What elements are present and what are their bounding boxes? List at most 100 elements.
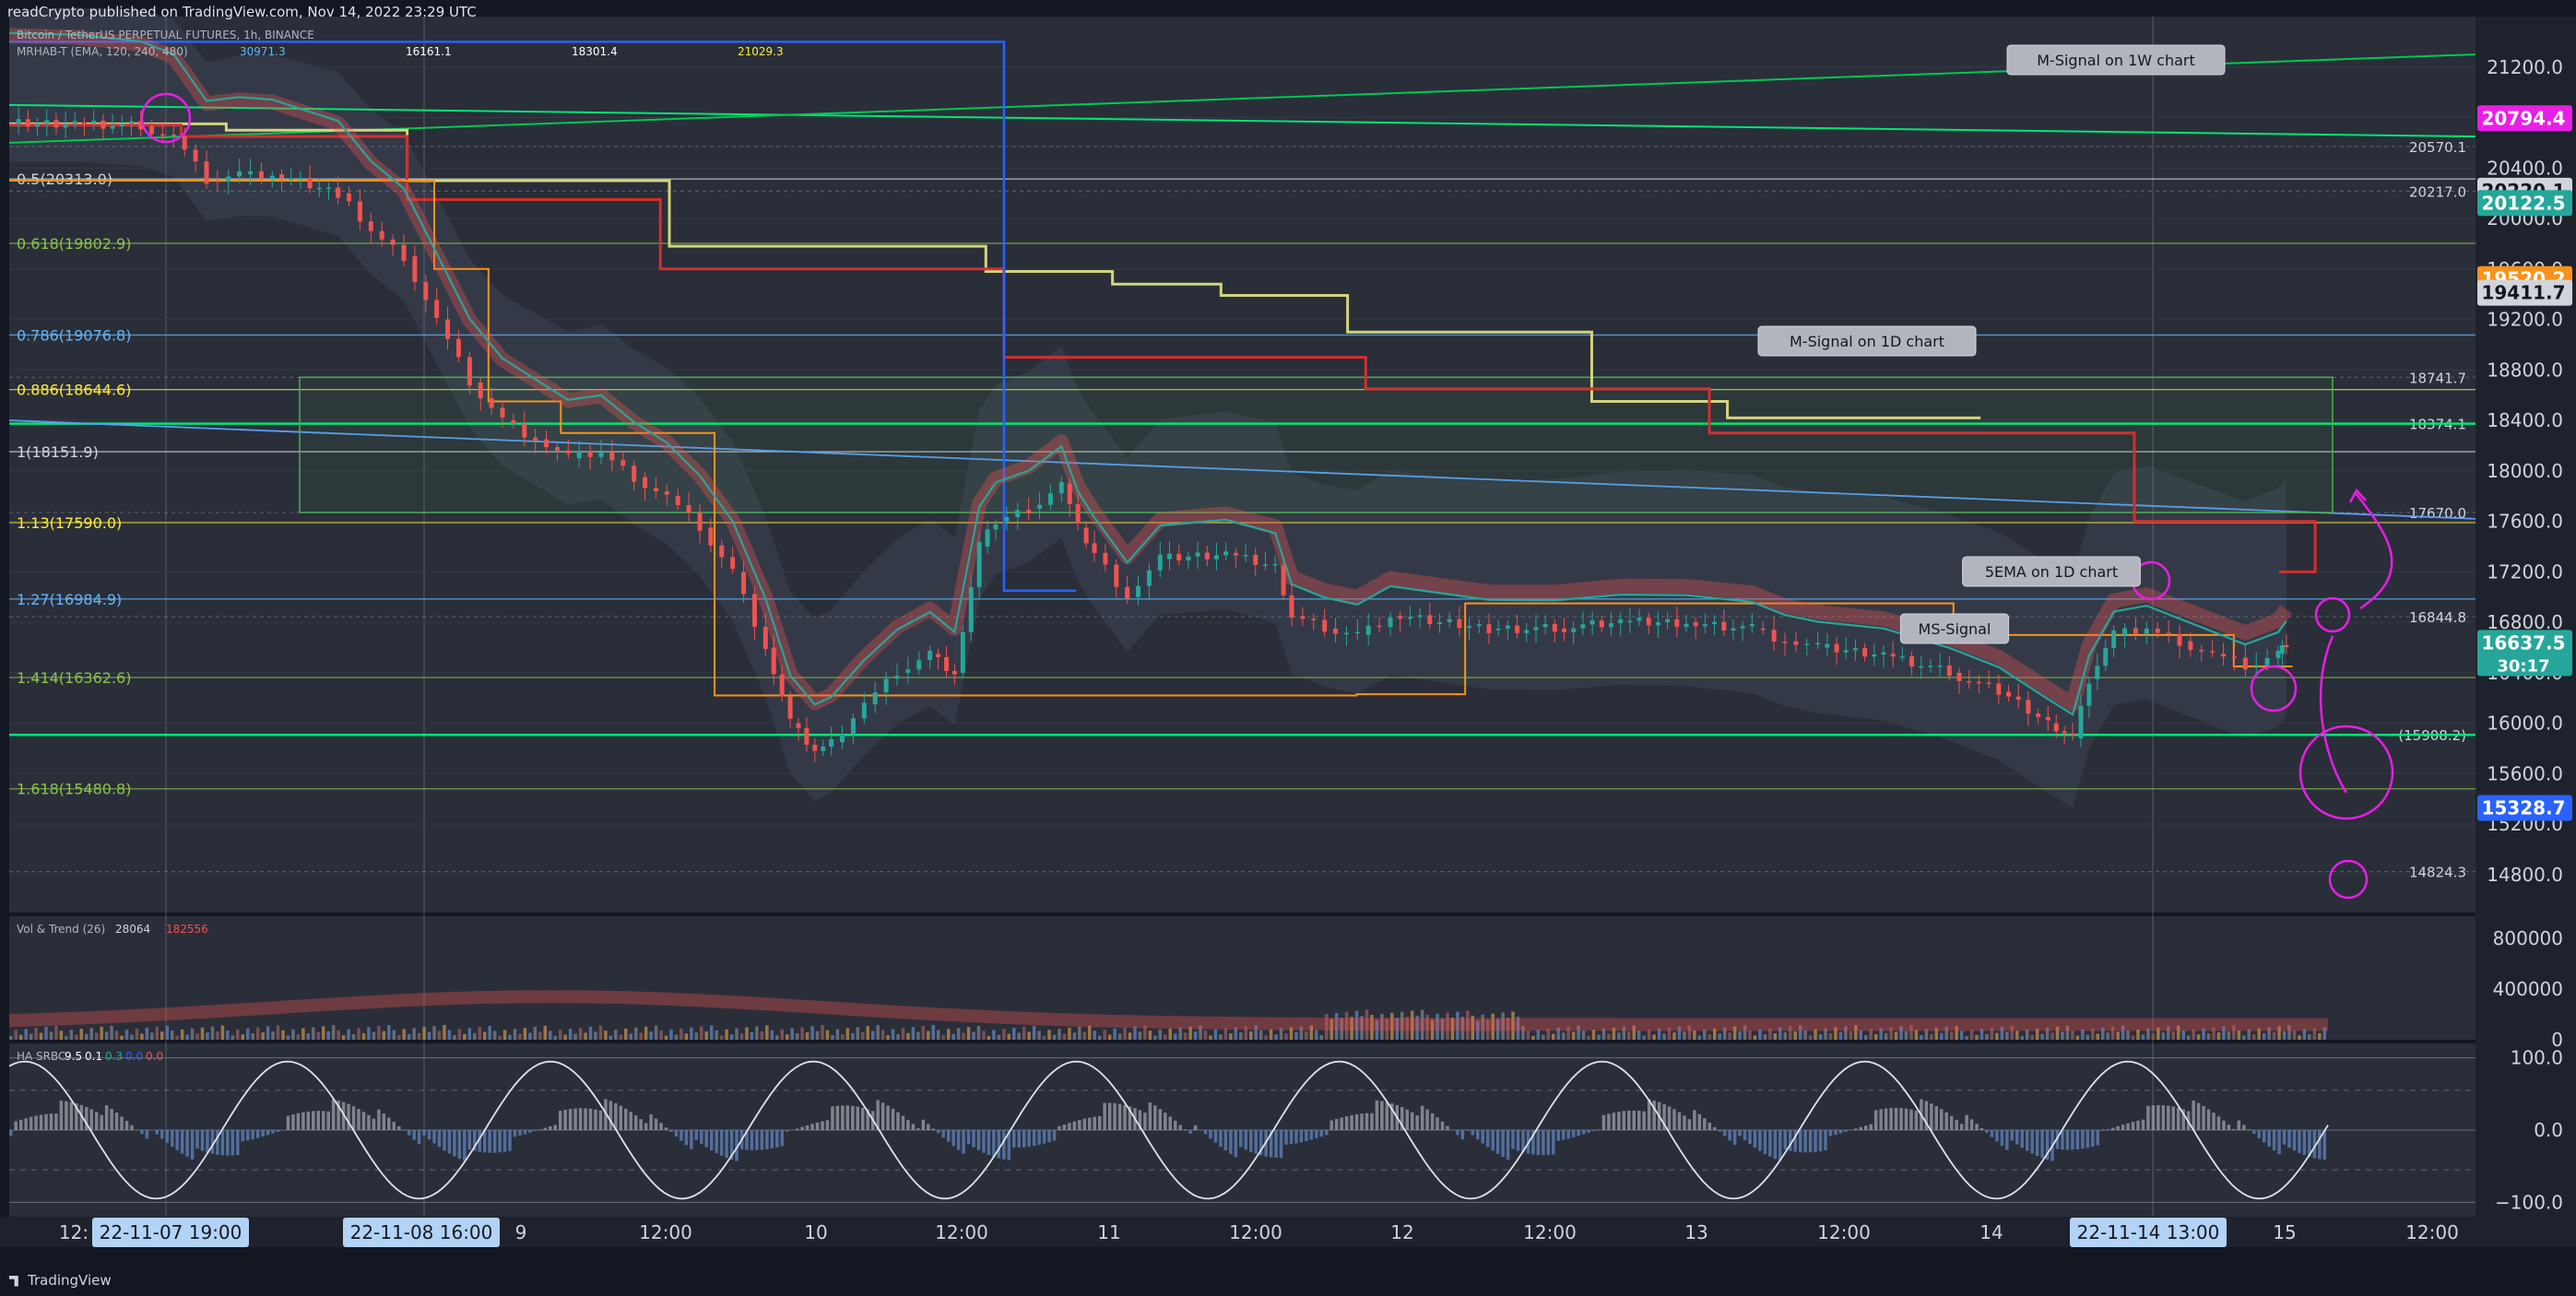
candle-body bbox=[1843, 650, 1849, 653]
osc-histogram-bar bbox=[1587, 1130, 1590, 1133]
volume-bar bbox=[1753, 1035, 1757, 1040]
volume-bar bbox=[407, 1033, 411, 1040]
volume-bar bbox=[1002, 1029, 1006, 1040]
osc-histogram-bar bbox=[1718, 1130, 1721, 1132]
volume-bar bbox=[1164, 1034, 1167, 1040]
osc-histogram-bar bbox=[704, 1130, 708, 1148]
candle-body bbox=[609, 452, 615, 461]
osc-histogram-bar bbox=[2121, 1125, 2125, 1130]
price-badge-label: 19411.7 bbox=[2481, 282, 2565, 304]
osc-histogram-bar bbox=[291, 1114, 295, 1130]
volume-bar bbox=[614, 1030, 618, 1040]
osc-histogram-bar bbox=[1471, 1130, 1475, 1136]
osc-histogram-bar bbox=[619, 1105, 623, 1130]
osc-histogram-bar bbox=[1068, 1123, 1071, 1130]
osc-histogram-bar bbox=[427, 1130, 431, 1140]
osc-histogram-bar bbox=[2065, 1130, 2070, 1150]
candle-body bbox=[1862, 648, 1868, 657]
osc-histogram-bar bbox=[1420, 1105, 1424, 1130]
volume-bar bbox=[2206, 1033, 2211, 1040]
osc-histogram-bar bbox=[220, 1130, 225, 1156]
volume-bar bbox=[1248, 1031, 1253, 1040]
candle-body bbox=[1146, 570, 1152, 586]
volume-bar bbox=[1975, 1034, 1979, 1040]
candle-body bbox=[1684, 623, 1689, 628]
candle-body bbox=[968, 586, 974, 632]
volume-bar bbox=[755, 1026, 759, 1040]
osc-histogram-bar bbox=[2000, 1130, 2004, 1147]
volume-bar bbox=[1859, 1030, 1863, 1040]
x-highlight-label: 22-11-14 13:00 bbox=[2077, 1221, 2220, 1243]
candle-body bbox=[1740, 626, 1745, 629]
osc-histogram-bar bbox=[140, 1130, 144, 1135]
candle-body bbox=[1427, 615, 1433, 625]
volume-bar bbox=[387, 1025, 391, 1040]
candle-body bbox=[1731, 628, 1736, 630]
tradingview-brand[interactable]: TradingView bbox=[9, 1272, 112, 1289]
candle-body bbox=[1599, 620, 1604, 628]
candle-body bbox=[883, 678, 889, 693]
osc-histogram-bar bbox=[241, 1130, 244, 1142]
chart-canvas[interactable]: 21200.020800.020400.020000.019600.019200… bbox=[0, 0, 2576, 1296]
volume-bar bbox=[715, 1030, 718, 1040]
volume-bar bbox=[1213, 1029, 1218, 1040]
volume-bar bbox=[1693, 1030, 1696, 1040]
osc-histogram-bar bbox=[2227, 1125, 2231, 1130]
osc-histogram-bar bbox=[180, 1130, 184, 1154]
volume-bar bbox=[785, 1034, 789, 1040]
right-level-label: 18741.7 bbox=[2409, 370, 2466, 386]
osc-histogram-bar bbox=[725, 1130, 728, 1159]
candle-body bbox=[1058, 481, 1064, 494]
osc-histogram-bar bbox=[377, 1109, 381, 1130]
y-tick-label: 18400.0 bbox=[2487, 409, 2563, 431]
candle-body bbox=[1608, 623, 1613, 628]
osc-histogram-bar bbox=[1440, 1121, 1445, 1130]
osc-histogram-bar bbox=[407, 1130, 411, 1136]
volume-bar bbox=[962, 1032, 965, 1040]
osc-histogram-bar bbox=[1062, 1124, 1067, 1130]
volume-bar bbox=[901, 1028, 905, 1040]
candle-body bbox=[944, 656, 949, 671]
volume-bar bbox=[1959, 1031, 1964, 1040]
volume-bar bbox=[417, 1032, 421, 1040]
candle-body bbox=[1815, 642, 1821, 645]
osc-histogram-bar bbox=[2081, 1130, 2085, 1149]
osc-histogram-bar bbox=[69, 1102, 74, 1130]
osc-histogram-bar bbox=[1123, 1104, 1127, 1130]
osc-histogram-bar bbox=[715, 1130, 718, 1154]
osc-histogram-bar bbox=[2277, 1130, 2281, 1155]
candle-body bbox=[960, 631, 965, 673]
osc-histogram-bar bbox=[860, 1107, 865, 1130]
osc-histogram-bar bbox=[856, 1106, 860, 1130]
volume-bar bbox=[2116, 1031, 2120, 1040]
osc-histogram-bar bbox=[1042, 1130, 1046, 1144]
osc-histogram-bar bbox=[1209, 1130, 1212, 1139]
candle-body bbox=[554, 447, 560, 451]
candle-body bbox=[1533, 627, 1539, 630]
osc-histogram-bar bbox=[1899, 1108, 1903, 1130]
candle-body bbox=[336, 187, 341, 198]
candle-body bbox=[1956, 672, 1962, 681]
fib-level-label: 0.786(19076.8) bbox=[17, 326, 131, 344]
candle-body bbox=[1253, 555, 1258, 565]
candle-body bbox=[1909, 655, 1915, 667]
volume-bar bbox=[1587, 1035, 1590, 1040]
candle-body bbox=[787, 696, 793, 719]
candle-body bbox=[2284, 644, 2289, 647]
osc-histogram-bar bbox=[1340, 1117, 1343, 1130]
osc-histogram-bar bbox=[2010, 1130, 2015, 1141]
candle-body bbox=[1213, 555, 1219, 560]
candle-body bbox=[2188, 641, 2193, 651]
osc-histogram-bar bbox=[1889, 1108, 1893, 1130]
osc-histogram-bar bbox=[2100, 1130, 2105, 1131]
candle-body bbox=[1075, 503, 1081, 524]
volume-bar bbox=[739, 1033, 744, 1040]
volume-bar bbox=[1738, 1031, 1742, 1040]
osc-histogram-bar bbox=[1838, 1130, 1843, 1134]
osc-histogram-bar bbox=[402, 1130, 406, 1131]
osc-histogram-bar bbox=[1844, 1130, 1848, 1132]
osc-histogram-bar bbox=[1748, 1130, 1752, 1145]
candle-body bbox=[289, 178, 294, 180]
candle-body bbox=[1712, 621, 1718, 625]
volume-bar bbox=[266, 1026, 270, 1040]
